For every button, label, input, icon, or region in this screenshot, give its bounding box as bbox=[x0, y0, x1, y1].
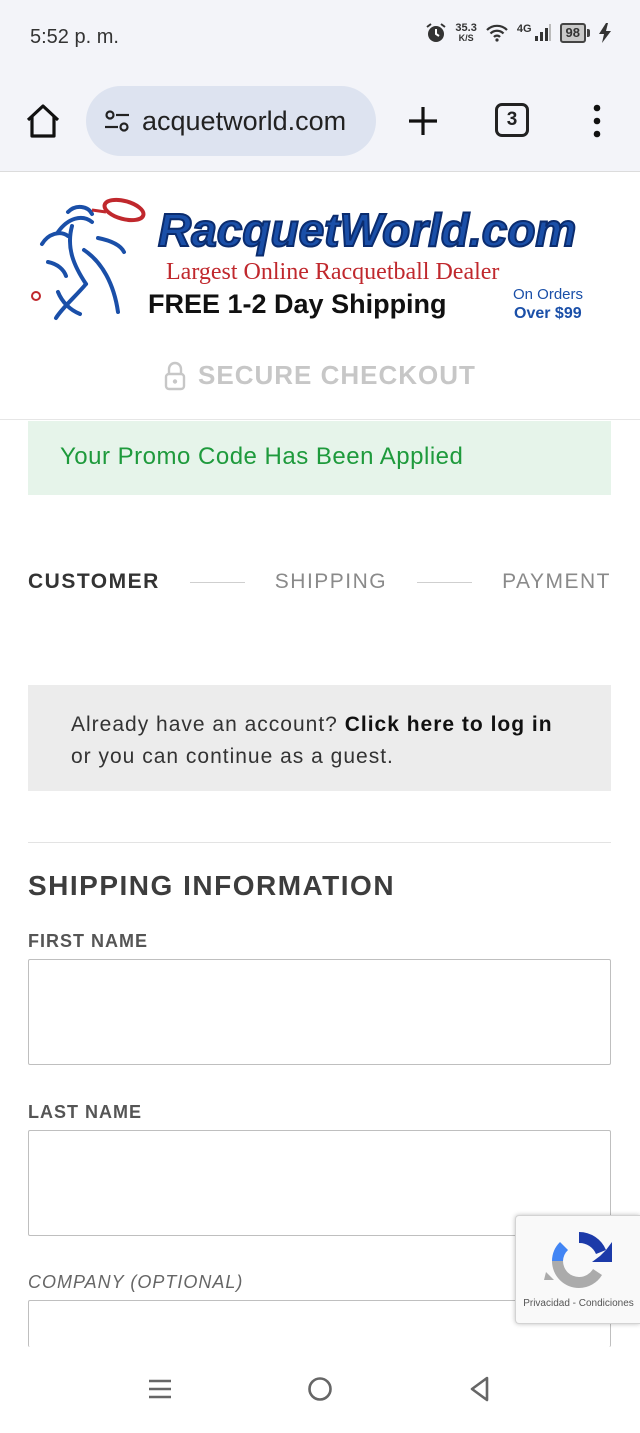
logo-shipping: FREE 1-2 Day Shipping bbox=[148, 289, 447, 319]
home-icon[interactable] bbox=[24, 102, 62, 140]
login-link[interactable]: Click here to log in bbox=[345, 713, 553, 736]
checkout-steps: CUSTOMER SHIPPING PAYMENT bbox=[28, 570, 611, 594]
shipping-info-title: SHIPPING INFORMATION bbox=[28, 870, 396, 901]
alarm-icon bbox=[426, 23, 447, 42]
battery-icon: 98 bbox=[559, 23, 590, 43]
login-notice-prefix: Already have an account? bbox=[71, 713, 338, 736]
last-name-label: LAST NAME bbox=[28, 1102, 142, 1122]
logo-shipping-note-2: Over $99 bbox=[514, 305, 582, 322]
system-nav-bar bbox=[0, 1347, 640, 1433]
login-notice-suffix: or you can continue as a guest. bbox=[71, 745, 394, 768]
url-text[interactable]: acquetworld.com bbox=[142, 106, 367, 137]
step-payment: PAYMENT bbox=[502, 570, 611, 593]
step-customer: CUSTOMER bbox=[28, 570, 160, 593]
step-connector bbox=[417, 581, 473, 583]
racquetball-player-graphic bbox=[40, 205, 126, 320]
charging-icon bbox=[599, 23, 611, 43]
logo-shipping-note-1: On Orders bbox=[513, 286, 583, 303]
status-icons: 35.3 K/S 4G 98 bbox=[425, 22, 612, 44]
status-time: 5:52 p. m. bbox=[30, 26, 119, 48]
more-menu-icon[interactable] bbox=[588, 104, 606, 138]
wifi-icon bbox=[486, 24, 508, 42]
secure-checkout-label: SECURE CHECKOUT bbox=[198, 360, 476, 390]
step-connector bbox=[189, 581, 245, 583]
recaptcha-icon bbox=[544, 1231, 612, 1288]
home-circle-icon[interactable] bbox=[306, 1375, 334, 1403]
logo-tagline: Largest Online Racquetball Dealer bbox=[166, 259, 499, 285]
recents-icon[interactable] bbox=[146, 1375, 174, 1403]
browser-chrome: 5:52 p. m. 35.3 K/S 4G 98 acquetworld.co… bbox=[0, 0, 640, 172]
back-icon[interactable] bbox=[466, 1375, 494, 1403]
step-shipping: SHIPPING bbox=[274, 570, 388, 593]
first-name-label: FIRST NAME bbox=[28, 931, 148, 951]
recaptcha-badge[interactable]: Privacidad - Condiciones bbox=[515, 1215, 640, 1324]
site-settings-icon[interactable] bbox=[102, 106, 132, 136]
promo-alert: Your Promo Code Has Been Applied bbox=[28, 421, 611, 495]
section-divider bbox=[28, 842, 611, 843]
company-label: COMPANY (OPTIONAL) bbox=[28, 1272, 244, 1292]
net-speed: 35.3 K/S bbox=[455, 22, 477, 44]
first-name-field[interactable] bbox=[28, 959, 611, 1065]
signal-icon bbox=[534, 24, 551, 41]
site-logo[interactable]: RacquetWorld.com Largest Online Racquetb… bbox=[28, 192, 608, 332]
recaptcha-terms[interactable]: Privacidad - Condiciones bbox=[516, 1298, 640, 1309]
header-divider bbox=[0, 419, 640, 420]
login-notice: Already have an account? Click here to l… bbox=[28, 685, 611, 791]
tabs-icon[interactable]: 3 bbox=[495, 103, 529, 137]
network-type: 4G bbox=[516, 23, 532, 35]
secure-checkout: SECURE CHECKOUT bbox=[0, 360, 640, 391]
logo-wordmark: RacquetWorld.com bbox=[158, 204, 576, 256]
new-tab-icon[interactable] bbox=[404, 102, 442, 140]
address-bar[interactable]: acquetworld.com bbox=[86, 86, 376, 156]
lock-icon bbox=[164, 361, 186, 390]
